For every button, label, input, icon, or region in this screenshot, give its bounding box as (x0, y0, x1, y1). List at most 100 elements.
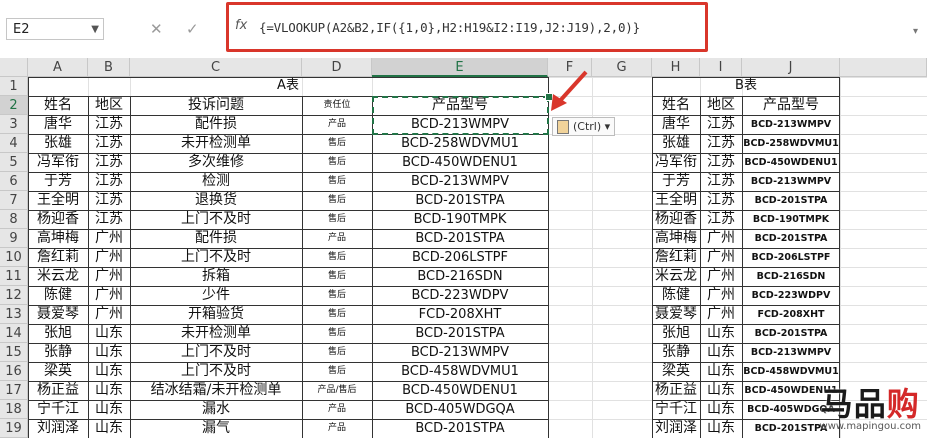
column-header-d[interactable]: D (302, 58, 372, 77)
table-b-cell[interactable]: 山东 (700, 343, 742, 362)
fill-handle[interactable] (545, 93, 553, 101)
table-a-cell[interactable]: 杨正益 (28, 381, 88, 400)
table-b-cell[interactable]: 江苏 (700, 153, 742, 172)
table-b-header-1[interactable]: 姓名 (652, 96, 700, 115)
table-a-cell[interactable]: 漏气 (130, 419, 302, 438)
column-header-a[interactable]: A (28, 58, 88, 77)
table-a-cell[interactable]: BCD-213WMPV (372, 172, 548, 191)
table-b-cell[interactable]: 米云龙 (652, 267, 700, 286)
row-header-8[interactable]: 8 (0, 210, 28, 229)
row-header-18[interactable]: 18 (0, 400, 28, 419)
table-a-cell[interactable]: 陈健 (28, 286, 88, 305)
row-header-17[interactable]: 17 (0, 381, 28, 400)
table-b-cell[interactable]: 山东 (700, 381, 742, 400)
fx-icon[interactable]: fx (235, 18, 247, 33)
table-a-header-3[interactable]: 投诉问题 (130, 96, 302, 115)
table-a-cell[interactable]: 漏水 (130, 400, 302, 419)
row-header-5[interactable]: 5 (0, 153, 28, 172)
table-b-cell[interactable]: 江苏 (700, 134, 742, 153)
table-a-cell[interactable]: 上门不及时 (130, 343, 302, 362)
table-a-cell[interactable]: 于芳 (28, 172, 88, 191)
table-b-cell[interactable]: 高坤梅 (652, 229, 700, 248)
table-a-cell[interactable]: 张雄 (28, 134, 88, 153)
table-a-cell[interactable]: 广州 (88, 267, 130, 286)
table-a-cell[interactable]: BCD-450WDENU1 (372, 153, 548, 172)
table-a-cell[interactable]: BCD-458WDVMU1 (372, 362, 548, 381)
table-a-cell[interactable]: 未开检测单 (130, 324, 302, 343)
table-b-cell[interactable]: 于芳 (652, 172, 700, 191)
cancel-icon[interactable]: ✕ (150, 20, 163, 38)
table-a-cell[interactable]: BCD-450WDENU1 (372, 381, 548, 400)
table-b-cell[interactable]: BCD-213WMPV (742, 115, 840, 134)
row-header-16[interactable]: 16 (0, 362, 28, 381)
table-b-cell[interactable]: 江苏 (700, 210, 742, 229)
table-b-cell[interactable]: 江苏 (700, 172, 742, 191)
table-b-cell[interactable]: BCD-190TMPK (742, 210, 840, 229)
table-a-cell[interactable]: 售后 (302, 324, 372, 343)
table-b-title[interactable]: B表 (652, 77, 840, 96)
table-b-cell[interactable]: 聂爱琴 (652, 305, 700, 324)
table-a-cell[interactable]: 开箱验货 (130, 305, 302, 324)
table-a-cell[interactable]: 结冰结霜/未开检测单 (130, 381, 302, 400)
table-a-cell[interactable]: 广州 (88, 286, 130, 305)
row-header-19[interactable]: 19 (0, 419, 28, 438)
chevron-down-icon[interactable]: ▼ (91, 19, 99, 41)
select-all-corner[interactable] (0, 58, 28, 77)
table-a-cell[interactable]: 江苏 (88, 134, 130, 153)
table-b-cell[interactable]: BCD-223WDPV (742, 286, 840, 305)
column-header-e[interactable]: E (372, 58, 548, 77)
table-a-cell[interactable]: 上门不及时 (130, 210, 302, 229)
table-b-cell[interactable]: BCD-216SDN (742, 267, 840, 286)
table-a-cell[interactable]: 售后 (302, 286, 372, 305)
table-a-cell[interactable]: 多次维修 (130, 153, 302, 172)
table-a-cell[interactable]: 唐华 (28, 115, 88, 134)
table-a-cell[interactable]: 刘润泽 (28, 419, 88, 438)
table-b-cell[interactable]: 梁英 (652, 362, 700, 381)
table-b-cell[interactable]: 张雄 (652, 134, 700, 153)
table-a-cell[interactable]: 山东 (88, 419, 130, 438)
table-a-cell[interactable]: 售后 (302, 362, 372, 381)
row-header-12[interactable]: 12 (0, 286, 28, 305)
expand-formula-bar-icon[interactable]: ▾ (913, 26, 918, 37)
table-a-cell[interactable]: 王全明 (28, 191, 88, 210)
table-b-cell[interactable]: 陈健 (652, 286, 700, 305)
table-b-cell[interactable]: 张旭 (652, 324, 700, 343)
table-a-cell[interactable]: 售后 (302, 191, 372, 210)
table-b-cell[interactable]: 山东 (700, 362, 742, 381)
row-header-9[interactable]: 9 (0, 229, 28, 248)
table-a-cell[interactable]: BCD-213WMPV (372, 343, 548, 362)
table-b-cell[interactable]: 唐华 (652, 115, 700, 134)
table-a-cell[interactable]: 售后 (302, 305, 372, 324)
table-a-cell[interactable]: 广州 (88, 229, 130, 248)
table-a-cell[interactable]: 售后 (302, 153, 372, 172)
table-a-cell[interactable]: 配件损 (130, 115, 302, 134)
table-b-header-2[interactable]: 地区 (700, 96, 742, 115)
table-b-cell[interactable]: BCD-201STPA (742, 191, 840, 210)
table-a-cell[interactable]: 售后 (302, 248, 372, 267)
enter-icon[interactable]: ✓ (186, 20, 199, 38)
row-header-7[interactable]: 7 (0, 191, 28, 210)
row-header-3[interactable]: 3 (0, 115, 28, 134)
table-b-cell[interactable]: 江苏 (700, 191, 742, 210)
table-a-cell[interactable]: 詹红莉 (28, 248, 88, 267)
table-a-cell[interactable]: 杨迎香 (28, 210, 88, 229)
column-header-g[interactable]: G (592, 58, 652, 77)
table-b-cell[interactable]: 冯军衔 (652, 153, 700, 172)
table-a-cell[interactable]: 产品 (302, 229, 372, 248)
table-b-cell[interactable]: 刘润泽 (652, 419, 700, 438)
table-a-cell[interactable]: 梁英 (28, 362, 88, 381)
column-header-h[interactable]: H (652, 58, 700, 77)
table-b-cell[interactable]: 王全明 (652, 191, 700, 210)
table-a-cell[interactable]: 退换货 (130, 191, 302, 210)
formula-input-highlight[interactable]: fx {=VLOOKUP(A2&B2,IF({1,0},H2:H19&I2:I1… (226, 2, 708, 52)
table-b-cell[interactable]: 山东 (700, 419, 742, 438)
formula-text[interactable]: {=VLOOKUP(A2&B2,IF({1,0},H2:H19&I2:I19,J… (259, 20, 640, 35)
table-b-cell[interactable]: BCD-213WMPV (742, 343, 840, 362)
table-b-cell[interactable]: BCD-206LSTPF (742, 248, 840, 267)
table-b-cell[interactable]: BCD-458WDVMU1 (742, 362, 840, 381)
table-b-cell[interactable]: 广州 (700, 305, 742, 324)
table-a-cell[interactable]: 售后 (302, 343, 372, 362)
table-a-cell[interactable]: 未开检测单 (130, 134, 302, 153)
table-a-cell[interactable]: 江苏 (88, 172, 130, 191)
spreadsheet-grid[interactable]: A表 B表 姓名 地区 投诉问题 责任位 产品型号 姓名 地区 产品型号 唐华 江苏 配件损 产品 BCD-… (28, 77, 927, 438)
